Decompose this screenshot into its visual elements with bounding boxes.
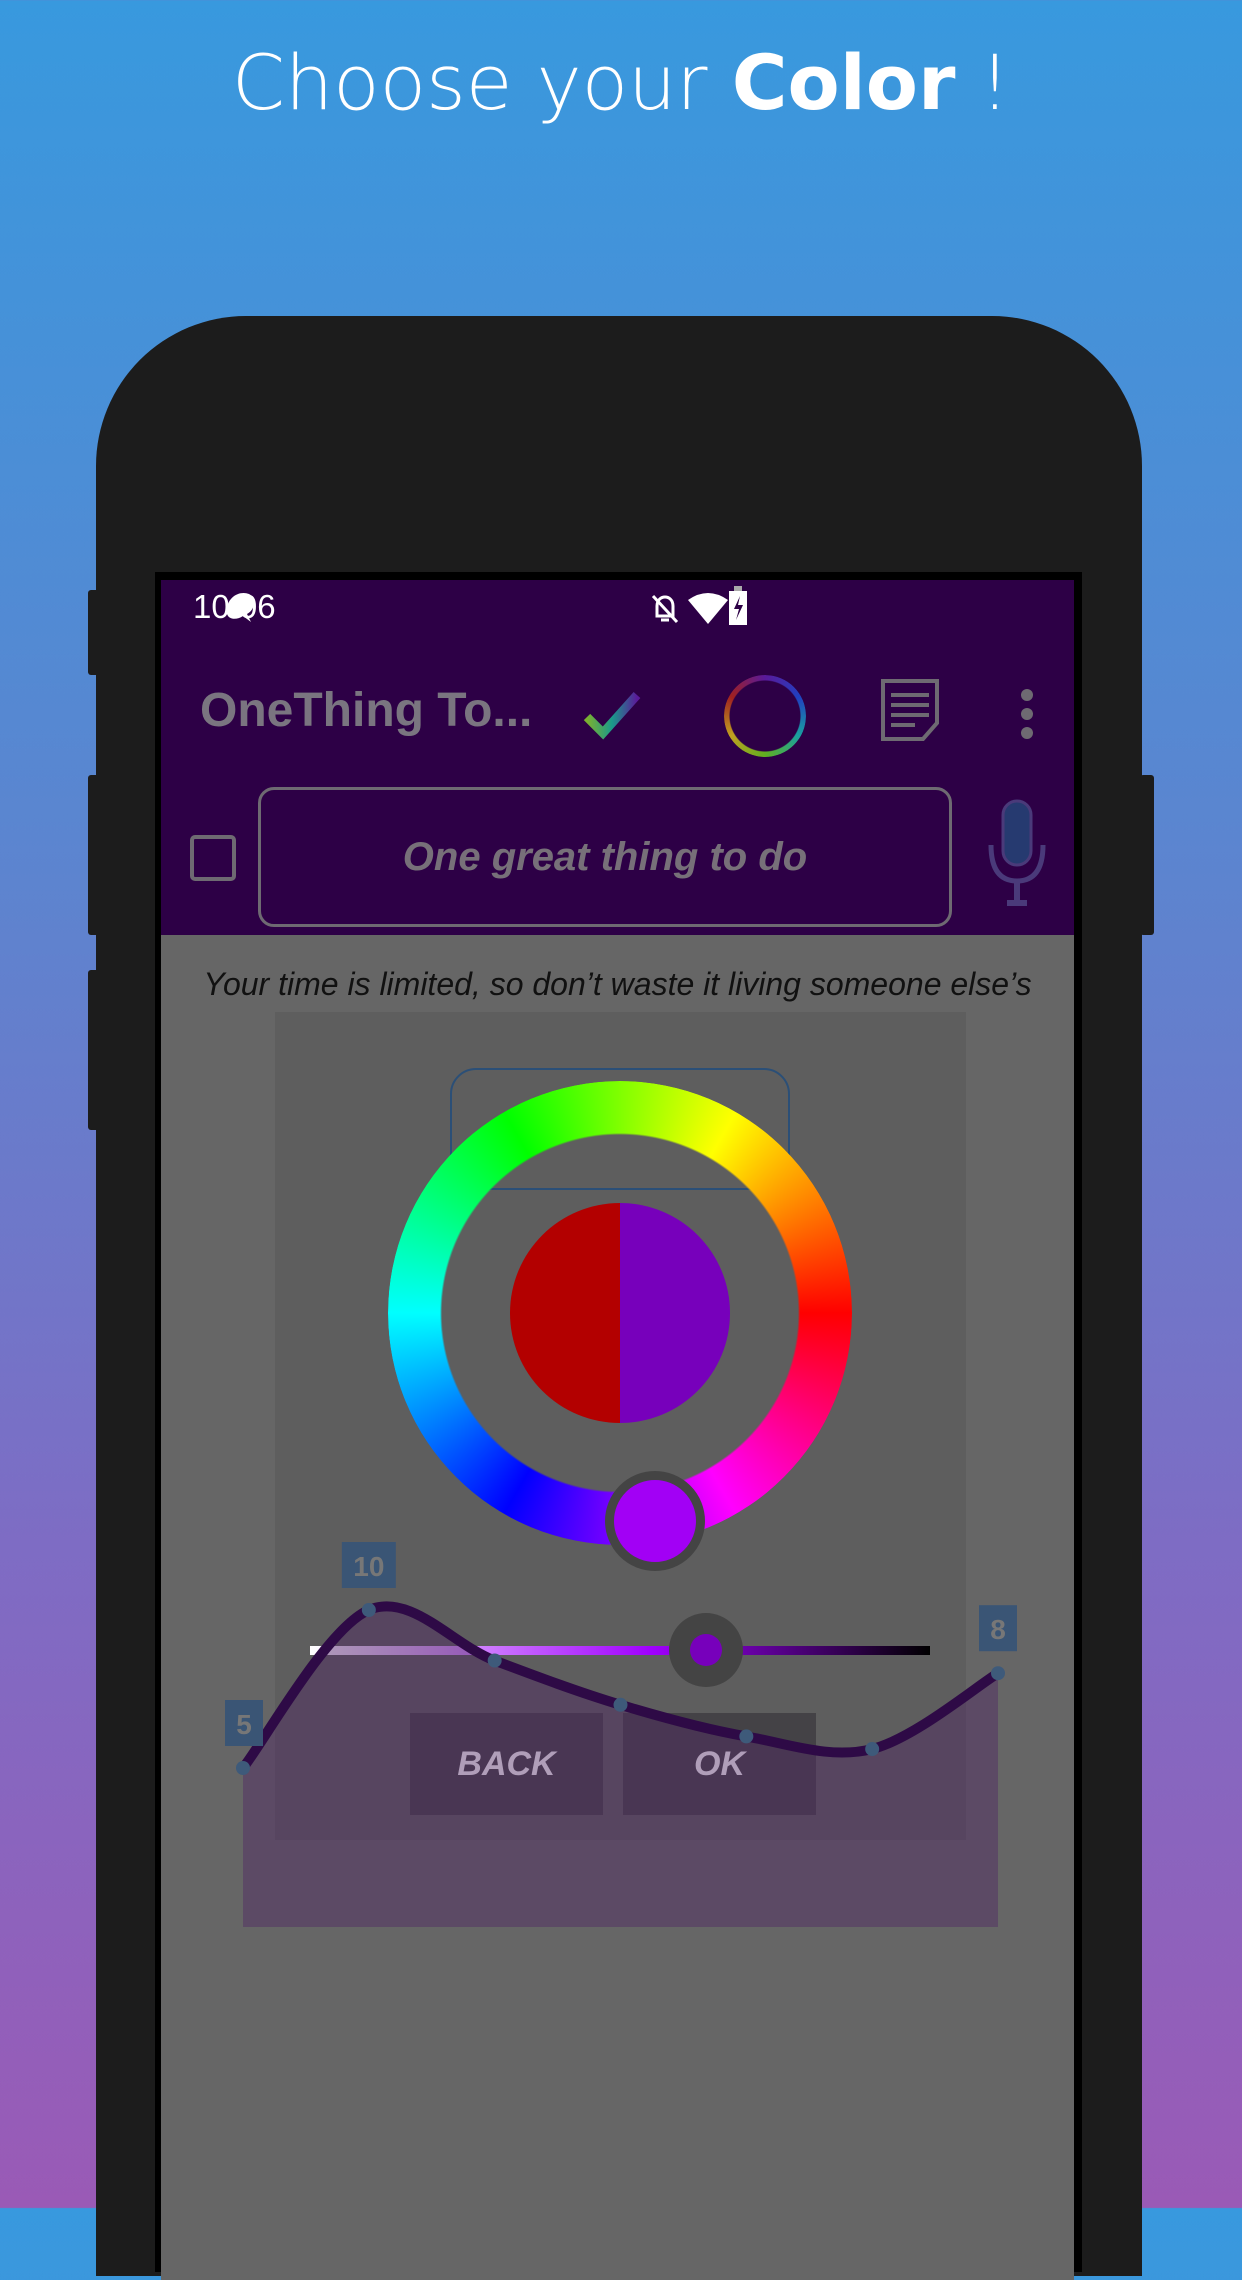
microphone-icon[interactable] <box>987 799 1047 911</box>
task-checkbox[interactable] <box>190 835 236 881</box>
task-input-row: One great thing to do <box>161 785 1074 935</box>
phone-button <box>88 590 102 675</box>
phone-button <box>1140 775 1154 935</box>
bell-off-icon <box>651 594 679 624</box>
chart-point <box>991 1666 1005 1681</box>
phone-button <box>88 970 102 1130</box>
task-input[interactable]: One great thing to do <box>258 787 952 927</box>
app-bar: OneThing To... <box>161 635 1074 785</box>
wifi-icon <box>688 593 728 624</box>
headline: Choose your Color ! <box>0 38 1242 127</box>
app-notification-icon <box>226 592 255 622</box>
hue-knob[interactable] <box>605 1471 705 1571</box>
chart-data-label: 5 <box>236 1709 252 1740</box>
headline-bold: Color <box>731 38 956 127</box>
more-vert-icon[interactable] <box>1017 687 1037 741</box>
ok-button[interactable]: OK <box>623 1713 816 1815</box>
check-icon[interactable] <box>583 685 643 745</box>
headline-suffix: ! <box>955 38 1011 127</box>
app-screen: 10:06 OneThing To... One great thing to … <box>161 580 1074 2280</box>
chart-point <box>236 1761 250 1775</box>
phone-button <box>88 775 102 935</box>
brightness-slider[interactable] <box>310 1646 930 1655</box>
chart-label-box <box>225 1700 263 1746</box>
battery-charging-icon <box>729 586 747 625</box>
chart-label-box <box>979 1605 1017 1652</box>
back-button[interactable]: BACK <box>410 1713 603 1815</box>
color-ring-icon[interactable] <box>724 675 806 757</box>
headline-prefix: Choose your <box>231 38 732 127</box>
notes-icon[interactable] <box>879 677 943 743</box>
slider-knob[interactable] <box>690 1634 722 1666</box>
status-bar: 10:06 <box>161 580 1074 635</box>
app-title: OneThing To... <box>200 684 533 737</box>
chart-data-label: 8 <box>990 1614 1006 1645</box>
